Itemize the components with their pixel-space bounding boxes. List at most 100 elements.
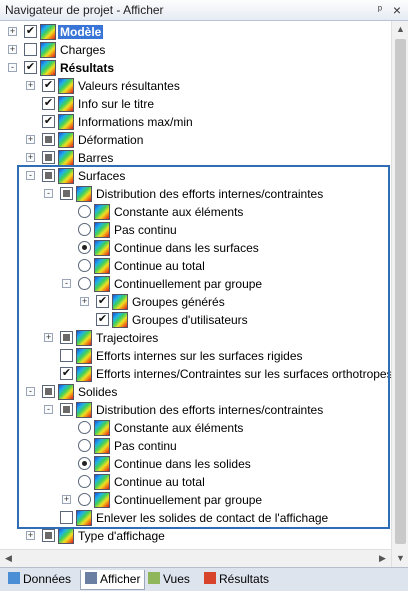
tab-label: Résultats — [219, 572, 270, 586]
tree-row[interactable]: Continue dans les solides — [0, 455, 391, 473]
scroll-right-icon[interactable]: ▶ — [374, 550, 391, 567]
tree-item-label: Modèle — [58, 25, 104, 39]
scroll-up-icon[interactable]: ▲ — [392, 21, 408, 38]
results-icon — [58, 96, 74, 112]
expander-icon[interactable]: + — [8, 27, 17, 36]
scroll-down-icon[interactable]: ▼ — [392, 550, 408, 567]
expander-icon[interactable]: + — [26, 153, 35, 162]
tree-row[interactable]: Enlever les solides de contact de l'affi… — [0, 509, 391, 527]
tree-row[interactable]: - ✔ Résultats — [0, 59, 391, 77]
checkbox[interactable] — [60, 349, 73, 362]
tree-row[interactable]: - Distribution des efforts internes/contr… — [0, 185, 391, 203]
tree-row[interactable]: Efforts internes sur les surfaces rigide… — [0, 347, 391, 365]
checkbox[interactable] — [60, 403, 73, 416]
display-icon — [85, 572, 97, 584]
expander-icon[interactable]: + — [80, 297, 89, 306]
tree-row[interactable]: Continue au total — [0, 257, 391, 275]
expander-icon[interactable]: + — [26, 81, 35, 90]
tree-row[interactable]: - Solides — [0, 383, 391, 401]
tree-row[interactable]: - Surfaces — [0, 167, 391, 185]
tree-row[interactable]: + ✔ Modèle — [0, 23, 391, 41]
tab-Afficher[interactable]: Afficher — [80, 570, 146, 590]
tree-row[interactable]: ✔ Efforts internes/Contraintes sur les su… — [0, 365, 391, 383]
expander-icon[interactable]: + — [26, 135, 35, 144]
tree-item-label: Surfaces — [78, 169, 126, 183]
expander-icon[interactable]: - — [26, 387, 35, 396]
checkbox[interactable] — [60, 511, 73, 524]
window-title: Navigateur de projet - Afficher — [5, 3, 164, 17]
horizontal-scrollbar[interactable]: ◀ ▶ — [0, 549, 391, 567]
radio-button[interactable] — [78, 493, 91, 506]
tab-Résultats[interactable]: Résultats — [200, 570, 273, 590]
close-icon[interactable]: × — [389, 2, 405, 18]
radio-button[interactable] — [78, 277, 91, 290]
tree-row[interactable]: - Continuellement par groupe — [0, 275, 391, 293]
scroll-left-icon[interactable]: ◀ — [0, 550, 17, 567]
tree-item-label: Continue au total — [114, 475, 205, 489]
expander-icon[interactable]: + — [44, 333, 53, 342]
tree-item-label: Pas continu — [114, 223, 177, 237]
checkbox[interactable] — [42, 169, 55, 182]
expander-icon[interactable]: - — [44, 189, 53, 198]
radio-button[interactable] — [78, 439, 91, 452]
tree-row[interactable]: + Barres — [0, 149, 391, 167]
tree-item-label: Continue au total — [114, 259, 205, 273]
radio-button[interactable] — [78, 457, 91, 470]
scroll-thumb[interactable] — [395, 39, 406, 544]
checkbox[interactable] — [24, 43, 37, 56]
tab-Vues[interactable]: Vues — [144, 570, 194, 590]
tab-Données[interactable]: Données — [4, 570, 75, 590]
checkbox[interactable]: ✔ — [42, 79, 55, 92]
tree-row[interactable]: + Déformation — [0, 131, 391, 149]
tree-row[interactable]: Pas continu — [0, 221, 391, 239]
tree-row[interactable]: + ✔ Valeurs résultantes — [0, 77, 391, 95]
tree-row[interactable]: + Continuellement par groupe — [0, 491, 391, 509]
checkbox[interactable] — [42, 133, 55, 146]
expander-icon[interactable]: + — [26, 531, 35, 540]
checkbox[interactable]: ✔ — [42, 115, 55, 128]
tree-row[interactable]: + Trajectoires — [0, 329, 391, 347]
tree-row[interactable]: + ✔ Groupes générés — [0, 293, 391, 311]
radio-button[interactable] — [78, 421, 91, 434]
tree-row[interactable]: ✔ Informations max/min — [0, 113, 391, 131]
expander-icon[interactable]: + — [62, 495, 71, 504]
results-icon — [94, 474, 110, 490]
vertical-scrollbar[interactable]: ▲ ▼ — [391, 21, 408, 567]
checkbox[interactable]: ✔ — [24, 25, 37, 38]
tree-row[interactable]: - Distribution des efforts internes/contr… — [0, 401, 391, 419]
checkbox[interactable]: ✔ — [96, 295, 109, 308]
radio-button[interactable] — [78, 223, 91, 236]
tree-item-label: Constante aux éléments — [114, 421, 244, 435]
checkbox[interactable] — [42, 151, 55, 164]
radio-button[interactable] — [78, 259, 91, 272]
tree-item-label: Continuellement par groupe — [114, 277, 263, 291]
tree-item-label: Résultats — [60, 61, 115, 75]
expander-icon[interactable]: - — [26, 171, 35, 180]
tree-row[interactable]: Pas continu — [0, 437, 391, 455]
pin-icon[interactable]: ᵖ — [372, 2, 388, 18]
tree-row[interactable]: Constante aux éléments — [0, 419, 391, 437]
tree-row[interactable]: Continue au total — [0, 473, 391, 491]
checkbox[interactable] — [42, 529, 55, 542]
radio-button[interactable] — [78, 475, 91, 488]
expander-icon[interactable]: - — [62, 279, 71, 288]
checkbox[interactable]: ✔ — [42, 97, 55, 110]
expander-icon[interactable]: + — [8, 45, 17, 54]
expander-icon[interactable]: - — [8, 63, 17, 72]
tree-row[interactable]: ✔ Groupes d'utilisateurs — [0, 311, 391, 329]
radio-button[interactable] — [78, 241, 91, 254]
tree-row[interactable]: ✔ Info sur le titre — [0, 95, 391, 113]
checkbox[interactable]: ✔ — [96, 313, 109, 326]
checkbox[interactable] — [60, 331, 73, 344]
tree-row[interactable]: Continue dans les surfaces — [0, 239, 391, 257]
tree-row[interactable]: + Charges — [0, 41, 391, 59]
results-icon — [94, 258, 110, 274]
tree-row[interactable]: + Type d'affichage — [0, 527, 391, 545]
checkbox[interactable]: ✔ — [24, 61, 37, 74]
tree-row[interactable]: Constante aux éléments — [0, 203, 391, 221]
expander-icon[interactable]: - — [44, 405, 53, 414]
checkbox[interactable] — [42, 385, 55, 398]
checkbox[interactable]: ✔ — [60, 367, 73, 380]
radio-button[interactable] — [78, 205, 91, 218]
checkbox[interactable] — [60, 187, 73, 200]
